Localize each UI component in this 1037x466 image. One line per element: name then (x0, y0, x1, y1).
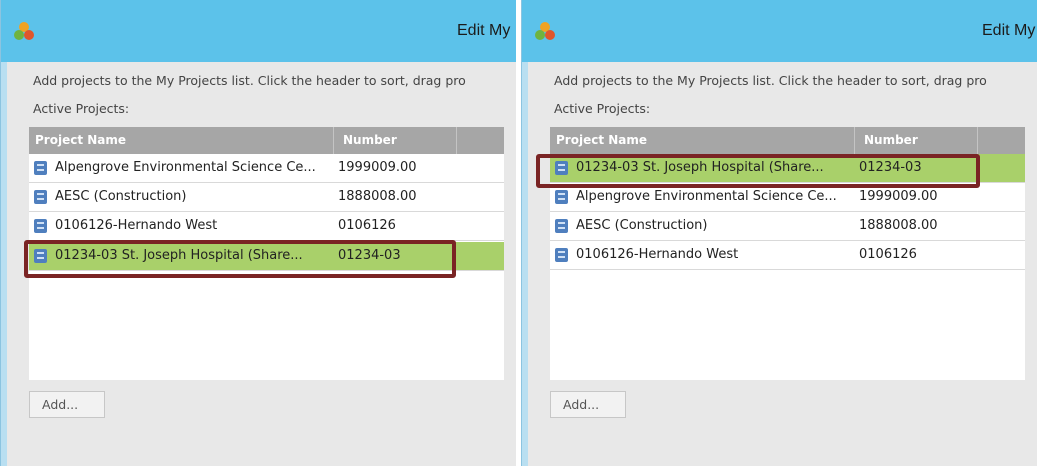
projects-grid: Project Name Number 01234-03 St. Joseph … (550, 127, 1025, 380)
window-edge (522, 62, 528, 466)
instructions-text: Add projects to the My Projects list. Cl… (554, 73, 987, 88)
app-logo-icon (535, 22, 555, 40)
table-row[interactable]: 0106126-Hernando West 0106126 (29, 212, 504, 241)
app-logo-icon (14, 22, 34, 40)
project-name: Alpengrove Environmental Science Ce... (55, 160, 316, 175)
project-number: 1888008.00 (859, 218, 938, 233)
column-header-blank (457, 127, 504, 154)
project-number: 01234-03 (338, 248, 401, 263)
active-projects-label: Active Projects: (554, 101, 651, 116)
project-number: 0106126 (338, 218, 396, 233)
column-header-project-name[interactable]: Project Name (29, 127, 334, 154)
grid-header: Project Name Number (29, 127, 504, 154)
dialog-before: Edit My Add projects to the My Projects … (0, 0, 516, 466)
column-header-blank (978, 127, 1025, 154)
project-number: 1888008.00 (338, 189, 417, 204)
instructions-text: Add projects to the My Projects list. Cl… (33, 73, 466, 88)
project-icon (34, 161, 47, 175)
project-number: 0106126 (859, 247, 917, 262)
table-row[interactable]: Alpengrove Environmental Science Ce... 1… (550, 183, 1025, 212)
project-icon (555, 190, 568, 204)
table-row[interactable]: AESC (Construction) 1888008.00 (29, 183, 504, 212)
project-number: 1999009.00 (859, 189, 938, 204)
project-icon (555, 219, 568, 233)
project-name: 0106126-Hernando West (55, 218, 218, 233)
project-icon (34, 249, 47, 263)
column-header-number[interactable]: Number (334, 127, 457, 154)
title-bar: Edit My (1, 0, 516, 62)
column-header-number[interactable]: Number (855, 127, 978, 154)
window-edge (1, 62, 7, 466)
project-number: 01234-03 (859, 160, 922, 175)
table-row[interactable]: 0106126-Hernando West 0106126 (550, 241, 1025, 270)
window-title: Edit My (457, 22, 511, 39)
project-icon (555, 161, 568, 175)
grid-header: Project Name Number (550, 127, 1025, 154)
project-name: 01234-03 St. Joseph Hospital (Share... (576, 160, 824, 175)
project-name: AESC (Construction) (576, 218, 708, 233)
add-button[interactable]: Add... (29, 391, 105, 418)
add-button[interactable]: Add... (550, 391, 626, 418)
table-row[interactable]: AESC (Construction) 1888008.00 (550, 212, 1025, 241)
project-icon (555, 248, 568, 262)
project-name: 01234-03 St. Joseph Hospital (Share... (55, 248, 303, 263)
window-title: Edit My (982, 22, 1036, 39)
project-name: AESC (Construction) (55, 189, 187, 204)
table-row-selected[interactable]: 01234-03 St. Joseph Hospital (Share... 0… (550, 154, 1025, 183)
project-name: 0106126-Hernando West (576, 247, 739, 262)
table-row-selected[interactable]: 01234-03 St. Joseph Hospital (Share... 0… (29, 242, 504, 271)
project-icon (34, 190, 47, 204)
projects-grid: Project Name Number Alpengrove Environme… (29, 127, 504, 380)
project-number: 1999009.00 (338, 160, 417, 175)
dialog-after: Edit My Add projects to the My Projects … (521, 0, 1037, 466)
project-name: Alpengrove Environmental Science Ce... (576, 189, 837, 204)
project-icon (34, 219, 47, 233)
column-header-project-name[interactable]: Project Name (550, 127, 855, 154)
title-bar: Edit My (522, 0, 1037, 62)
table-row[interactable]: Alpengrove Environmental Science Ce... 1… (29, 154, 504, 183)
active-projects-label: Active Projects: (33, 101, 130, 116)
